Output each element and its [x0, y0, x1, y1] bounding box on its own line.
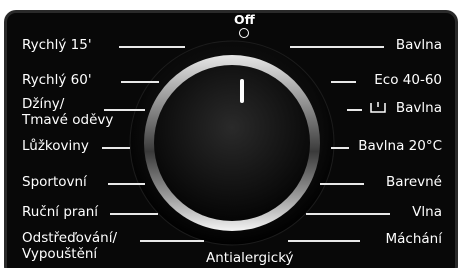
program-marker-line	[104, 109, 145, 111]
program-antiallergy[interactable]: Antialergický	[206, 250, 294, 267]
program-marker-line	[102, 147, 130, 149]
program-marker-line	[119, 46, 185, 48]
program-wool[interactable]: Vlna	[412, 204, 442, 221]
program-cotton[interactable]: Bavlna	[396, 37, 442, 54]
program-marker-line	[108, 183, 145, 185]
program-marker-line	[331, 81, 356, 83]
program-marker-line	[121, 81, 159, 83]
program-marker-line	[110, 213, 158, 215]
program-quick-60[interactable]: Rychlý 60'	[22, 72, 92, 89]
program-rinse[interactable]: Máchání	[386, 231, 442, 248]
program-colors[interactable]: Barevné	[386, 174, 442, 191]
program-quick-15[interactable]: Rychlý 15'	[22, 37, 92, 54]
program-marker-line	[347, 109, 362, 111]
program-marker-line	[306, 213, 390, 215]
program-marker-line	[288, 240, 360, 242]
program-sport[interactable]: Sportovní	[22, 174, 87, 191]
program-bedding[interactable]: Lůžkoviny	[22, 138, 89, 155]
off-label: Off	[234, 12, 255, 27]
program-marker-line	[331, 147, 349, 149]
program-cotton-quick[interactable]: Bavlna	[396, 100, 442, 117]
program-spin-line2[interactable]: Vypouštění	[22, 246, 97, 263]
circle-icon	[239, 28, 249, 38]
basin-icon	[370, 102, 386, 113]
knob-face[interactable]	[154, 65, 310, 221]
knob-pointer	[240, 79, 244, 103]
program-hand-wash[interactable]: Ruční praní	[22, 204, 98, 221]
program-marker-line	[140, 240, 204, 242]
program-jeans-line1[interactable]: Džíny/	[22, 96, 64, 113]
washing-machine-program-dial: Off Rychlý 15' Rychlý 60' Džíny/ Tmavé o…	[0, 0, 465, 268]
program-eco-40-60[interactable]: Eco 40-60	[374, 72, 442, 89]
program-cotton-20[interactable]: Bavlna 20°C	[358, 138, 442, 155]
program-marker-line	[290, 46, 384, 48]
program-marker-line	[320, 183, 364, 185]
program-spin-line1[interactable]: Odstřeďování/	[22, 230, 117, 247]
program-jeans-line2[interactable]: Tmavé oděvy	[22, 112, 113, 129]
